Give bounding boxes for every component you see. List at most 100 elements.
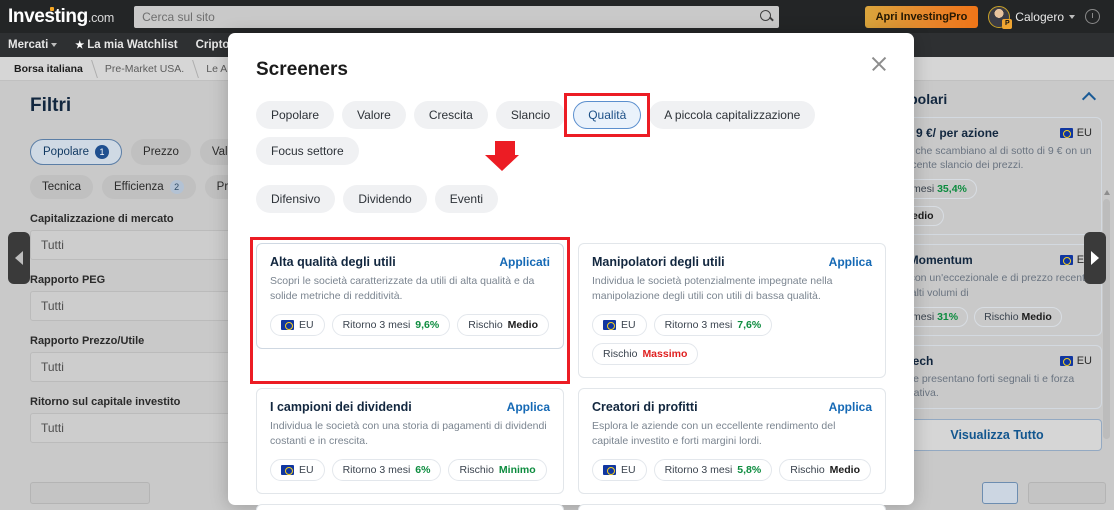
risk-label: Rischio (603, 347, 638, 360)
return-pill: Ritorno 3 mesi 9,6% (331, 313, 451, 336)
popular-card-description: che presentano forti segnali ti e forza … (902, 372, 1075, 399)
breadcrumb-item-borsa-italiana[interactable]: Borsa italiana (6, 57, 97, 81)
chevron-up-icon[interactable] (1081, 91, 1097, 107)
site-logo[interactable]: Investing .com (8, 6, 114, 28)
risk-value: Massimo (642, 347, 688, 360)
arrow-stem (495, 141, 515, 155)
popular-card-description: oli che scambiano al di sotto di 9 € on … (902, 145, 1092, 172)
tab-crescita[interactable]: Crescita (413, 101, 488, 129)
popular-card-header: l tech EU (902, 354, 1092, 368)
screener-cards-grid: Alta qualità degli utili Applicati Scopr… (250, 237, 886, 510)
tab-difensivo[interactable]: Difensivo (256, 185, 336, 213)
popular-card-pills: mesi 31% Rischio Medio (902, 306, 1092, 327)
card-title: Manipolatori degli utili (592, 255, 725, 269)
user-menu[interactable]: Calogero (988, 5, 1075, 29)
apply-button[interactable]: Applica (507, 400, 550, 414)
risk-label: Rischio (459, 463, 494, 476)
screener-card-colossi-bilancio[interactable]: Colossi del bilancio Applica Cerca socie… (578, 503, 886, 510)
region-pill: EU (270, 313, 325, 336)
modal-title: Screeners (256, 59, 348, 80)
region-pill: EU (592, 313, 647, 336)
return-value: 7,6% (737, 318, 762, 331)
card-pills: EU Ritorno 3 mesi 6% Rischio Minimo (270, 458, 550, 481)
return-pill: Ritorno 3 mesi 6% (331, 458, 442, 481)
expand-right-panel-handle[interactable] (1084, 232, 1106, 284)
clock-icon[interactable] (1085, 9, 1100, 24)
return-label: Ritorno 3 mesi (342, 463, 411, 476)
return-value: 35,4% (937, 183, 967, 196)
return-label: Ritorno 3 mesi (664, 463, 733, 476)
nav-item-label: La mia Watchlist (87, 39, 178, 51)
return-label: Ritorno 3 mesi (342, 318, 411, 331)
nav-item-mercati[interactable]: Mercati (8, 39, 58, 51)
chevron-left-icon (15, 251, 23, 265)
footer-placeholder-button-right[interactable] (1028, 482, 1106, 504)
tab-focus-settore[interactable]: Focus settore (256, 137, 359, 165)
apply-button[interactable]: Applica (829, 400, 872, 414)
screener-card-creatori-profitti[interactable]: Creatori di profitti Applica Esplora le … (578, 387, 886, 494)
filter-chip-tecnica[interactable]: Tecnica (30, 175, 93, 199)
collapse-left-panel-handle[interactable] (8, 232, 30, 284)
screener-card-piotroski[interactable]: Scelte di Piotroski Applica Individua le… (256, 503, 564, 510)
footer-placeholder-button[interactable] (30, 482, 150, 504)
nav-item-label: Mercati (8, 39, 49, 51)
tab-slancio[interactable]: Slancio (495, 101, 566, 129)
region-tag: EU (1059, 355, 1092, 367)
card-title: Alta qualità degli utili (270, 255, 396, 269)
tab-valore[interactable]: Valore (342, 101, 406, 129)
popular-card[interactable]: di 9 €/ per azione EU oli che scambiano … (892, 117, 1102, 236)
open-investingpro-button[interactable]: Apri InvestingPro (864, 5, 979, 28)
view-all-button[interactable]: Visualizza Tutto (892, 419, 1102, 452)
nav-item-cripto[interactable]: Cripto (196, 39, 230, 51)
tab-piccola-capitalizzazione[interactable]: A piccola capitalizzazione (649, 101, 816, 129)
tab-eventi[interactable]: Eventi (434, 185, 499, 213)
top-header-bar: Investing .com Cerca sul sito Apri Inves… (0, 0, 1114, 33)
apply-button[interactable]: Applicati (499, 255, 550, 269)
region-label: EU (299, 318, 314, 331)
popular-card-risk: edio (902, 206, 1092, 227)
chevron-down-icon (51, 43, 58, 47)
footer-placeholder-button-active[interactable] (982, 482, 1018, 504)
region-label: EU (621, 463, 636, 476)
tab-dividendo[interactable]: Dividendo (343, 185, 427, 213)
popular-card-header: l Momentum EU (902, 253, 1092, 267)
filter-chip-count-badge: 2 (169, 180, 184, 194)
nav-item-watchlist[interactable]: ★ La mia Watchlist (75, 39, 177, 51)
popular-card[interactable]: l Momentum EU li con un'eccezionale e di… (892, 244, 1102, 336)
filter-chip-label: Efficienza (114, 181, 164, 193)
return-label: mesi (912, 310, 935, 323)
search-icon[interactable] (760, 9, 772, 21)
eu-flag-icon (603, 319, 616, 330)
star-icon: ★ (75, 39, 85, 51)
popular-card-description: li con un'eccezionale e di prezzo recent… (902, 272, 1091, 299)
popular-panel-header: popolari (892, 91, 1102, 107)
popular-card[interactable]: l tech EU che presentano forti segnali t… (892, 344, 1102, 410)
screener-card-manipolatori[interactable]: Manipolatori degli utili Applica Individ… (578, 243, 886, 378)
search-input[interactable]: Cerca sul sito (134, 5, 780, 28)
filter-chip-popolare[interactable]: Popolare 1 (30, 139, 123, 165)
apply-button[interactable]: Applica (829, 255, 872, 269)
card-pills: EU Ritorno 3 mesi 5,8% Rischio Medio (592, 458, 872, 481)
close-icon[interactable] (870, 55, 888, 73)
arrow-head (485, 155, 519, 171)
header-right-group: Apri InvestingPro Calogero (864, 5, 1106, 29)
username-label: Calogero (1015, 9, 1064, 24)
eu-flag-icon (1059, 255, 1073, 266)
return-pill: Ritorno 3 mesi 5,8% (653, 458, 773, 481)
risk-label: Rischio (984, 310, 1019, 323)
tab-popolare[interactable]: Popolare (256, 101, 335, 129)
eu-flag-icon (281, 319, 294, 330)
breadcrumb-item-premarket-usa[interactable]: Pre-Market USA. (97, 57, 198, 81)
return-label: mesi (912, 183, 935, 196)
card-header: I campioni dei dividendi Applica (270, 400, 550, 414)
screener-card-alta-qualita[interactable]: Alta qualità degli utili Applicati Scopr… (256, 243, 564, 349)
risk-value: Medio (507, 318, 539, 331)
nav-item-label: Cripto (195, 39, 230, 51)
eu-flag-icon (603, 464, 616, 475)
tab-qualita[interactable]: Qualità (573, 101, 642, 129)
risk-value: edio (912, 210, 934, 223)
filter-chip-prezzo[interactable]: Prezzo (131, 139, 191, 165)
screener-card-wrapper: Alta qualità degli utili Applicati Scopr… (250, 237, 570, 384)
filter-chip-efficienza[interactable]: Efficienza 2 (102, 175, 196, 199)
screener-card-campioni-dividendi[interactable]: I campioni dei dividendi Applica Individ… (256, 387, 564, 494)
